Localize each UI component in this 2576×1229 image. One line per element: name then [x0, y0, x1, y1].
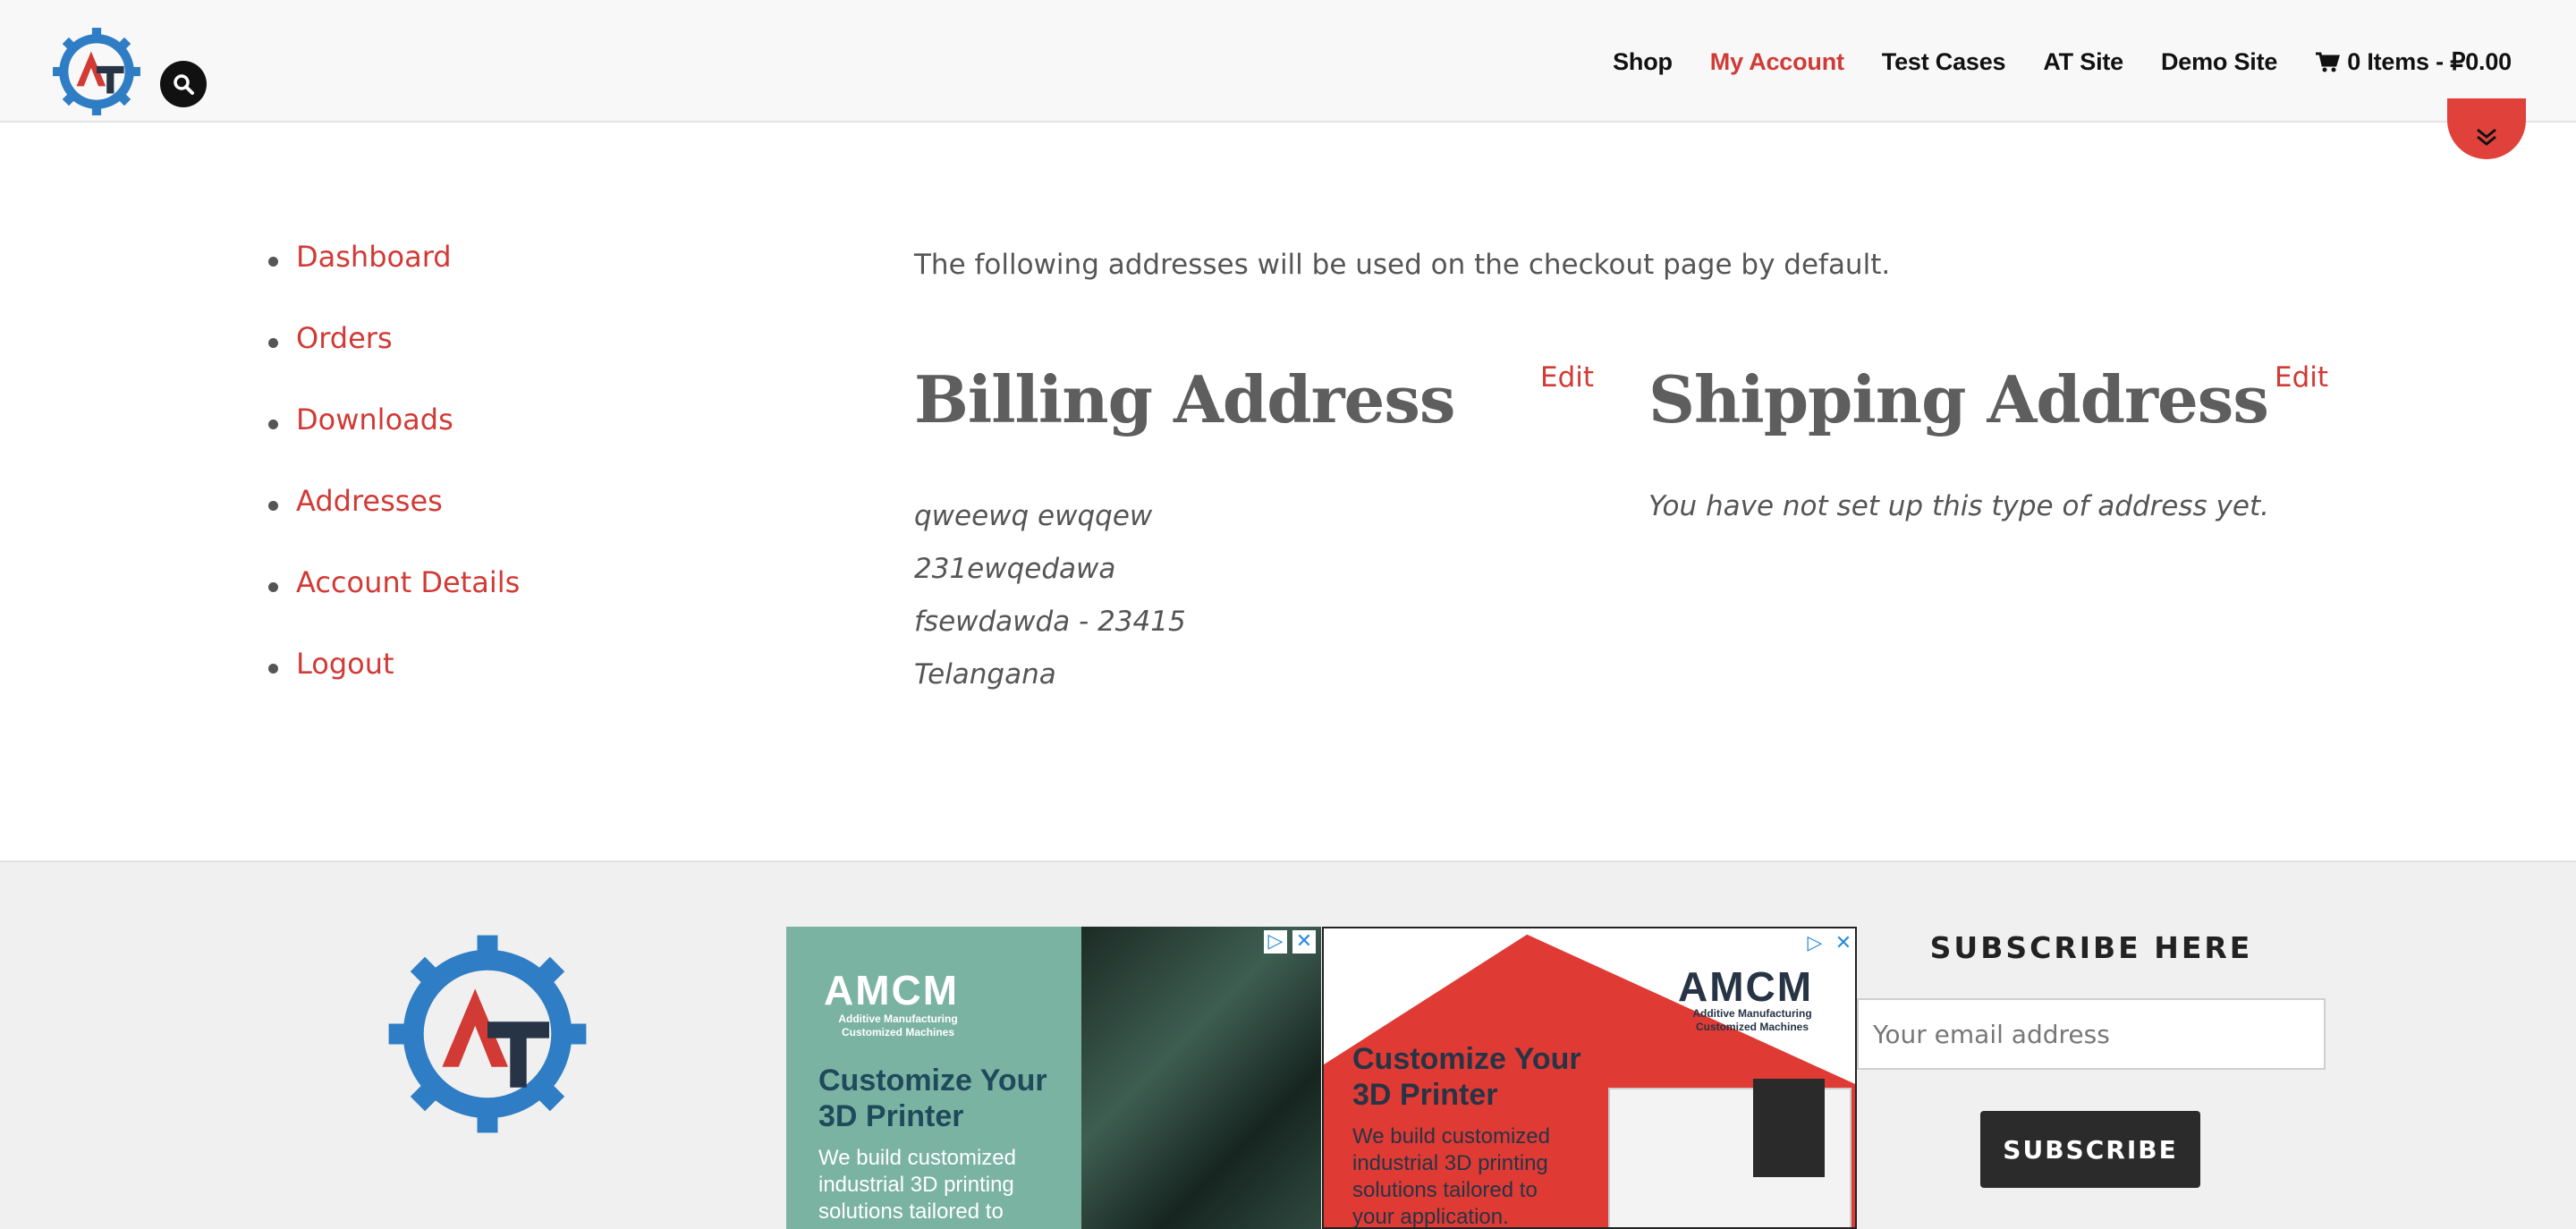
adchoices-icon[interactable]: ▷: [1803, 932, 1826, 955]
ad-choices[interactable]: ▷ ✕: [1264, 930, 1316, 954]
account-nav-logout[interactable]: Logout: [296, 647, 394, 681]
bullet-icon: [268, 501, 278, 511]
nav-my-account[interactable]: My Account: [1710, 48, 1844, 76]
account-nav-addresses[interactable]: Addresses: [296, 484, 443, 518]
ad-body-text: We build customized industrial 3D printi…: [1352, 1124, 1550, 1229]
site-logo-icon[interactable]: [51, 26, 142, 117]
account-nav-account-details[interactable]: Account Details: [296, 565, 520, 599]
account-nav-item: Orders: [268, 321, 520, 403]
shipping-address-title: Shipping Address: [1648, 361, 2269, 437]
footer-logo-icon[interactable]: [385, 927, 590, 1141]
account-nav-item: Account Details: [268, 565, 520, 647]
bullet-icon: [268, 664, 278, 674]
ad-headline: Customize Your 3D Printer: [818, 1064, 1047, 1133]
advertisement-banner[interactable]: AMCM Additive Manufacturing Customized M…: [786, 927, 1321, 1229]
advertisement-banner[interactable]: AMCM Additive Manufacturing Customized M…: [1322, 927, 1857, 1229]
billing-edit-link[interactable]: Edit: [1540, 361, 1594, 394]
scroll-down-button[interactable]: [2447, 98, 2526, 159]
nav-demo-site[interactable]: Demo Site: [2161, 48, 2277, 76]
account-nav-item: Logout: [268, 647, 520, 728]
account-navigation: Dashboard Orders Downloads Addresses Acc…: [268, 240, 520, 728]
site-header: Shop My Account Test Cases AT Site Demo …: [0, 0, 2576, 123]
shipping-edit-link[interactable]: Edit: [2275, 361, 2328, 394]
search-button[interactable]: [160, 61, 207, 107]
chevron-double-down-icon: [2477, 128, 2496, 146]
main-nav: Shop My Account Test Cases AT Site Demo …: [1575, 48, 2512, 76]
billing-state: Telangana: [914, 658, 1056, 691]
ad-headline: Customize Your 3D Printer: [1352, 1042, 1581, 1112]
billing-address-title: Billing Address: [914, 361, 1455, 437]
billing-city-postcode: fsewdawda - 23415: [914, 606, 1186, 638]
bullet-icon: [268, 420, 278, 429]
account-nav-item: Dashboard: [268, 240, 520, 321]
account-nav-item: Downloads: [268, 403, 520, 484]
subscribe-button[interactable]: SUBSCRIBE: [1980, 1111, 2200, 1188]
ad-brand-logo: AMCM: [1678, 963, 1814, 1010]
subscribe-title: SUBSCRIBE HERE: [1929, 930, 2253, 965]
ad-brand-subtitle: Additive Manufacturing Customized Machin…: [1692, 1007, 1812, 1033]
shipping-empty-text: You have not set up this type of address…: [1648, 490, 2269, 522]
ad-choices[interactable]: ▷ ✕: [1803, 932, 1855, 955]
billing-name: qweewq ewqqew: [914, 500, 1153, 532]
account-nav-downloads[interactable]: Downloads: [296, 403, 453, 437]
close-icon[interactable]: ✕: [1292, 930, 1316, 954]
adchoices-icon[interactable]: ▷: [1264, 930, 1287, 954]
bullet-icon: [268, 582, 278, 592]
email-input[interactable]: [1857, 998, 2326, 1070]
cart-icon: [2316, 52, 2341, 72]
nav-test-cases[interactable]: Test Cases: [1882, 48, 2006, 76]
ad-printer-panel: [1753, 1079, 1825, 1177]
bullet-icon: [268, 257, 278, 267]
billing-address-line: 231ewqedawa: [914, 553, 1116, 585]
ad-brand-subtitle: Additive Manufacturing Customized Machin…: [838, 1013, 958, 1038]
addresses-intro-text: The following addresses will be used on …: [914, 249, 1891, 281]
account-nav-dashboard[interactable]: Dashboard: [296, 240, 452, 274]
bullet-icon: [268, 338, 278, 348]
nav-at-site[interactable]: AT Site: [2043, 48, 2123, 76]
nav-cart[interactable]: 0 Items - ₽0.00: [2315, 48, 2512, 76]
cart-label: 0 Items - ₽0.00: [2347, 48, 2512, 75]
ad-background-image: [1081, 927, 1321, 1229]
ad-brand-logo: AMCM: [824, 967, 960, 1013]
close-icon[interactable]: ✕: [1832, 932, 1855, 955]
account-nav-item: Addresses: [268, 484, 520, 565]
account-nav-orders[interactable]: Orders: [296, 321, 393, 355]
nav-shop[interactable]: Shop: [1613, 48, 1673, 76]
billing-address-block: qweewq ewqqew 231ewqedawa fsewdawda - 23…: [914, 490, 1186, 701]
search-icon: [174, 74, 194, 95]
ad-body-text: We build customized industrial 3D printi…: [818, 1146, 1016, 1224]
